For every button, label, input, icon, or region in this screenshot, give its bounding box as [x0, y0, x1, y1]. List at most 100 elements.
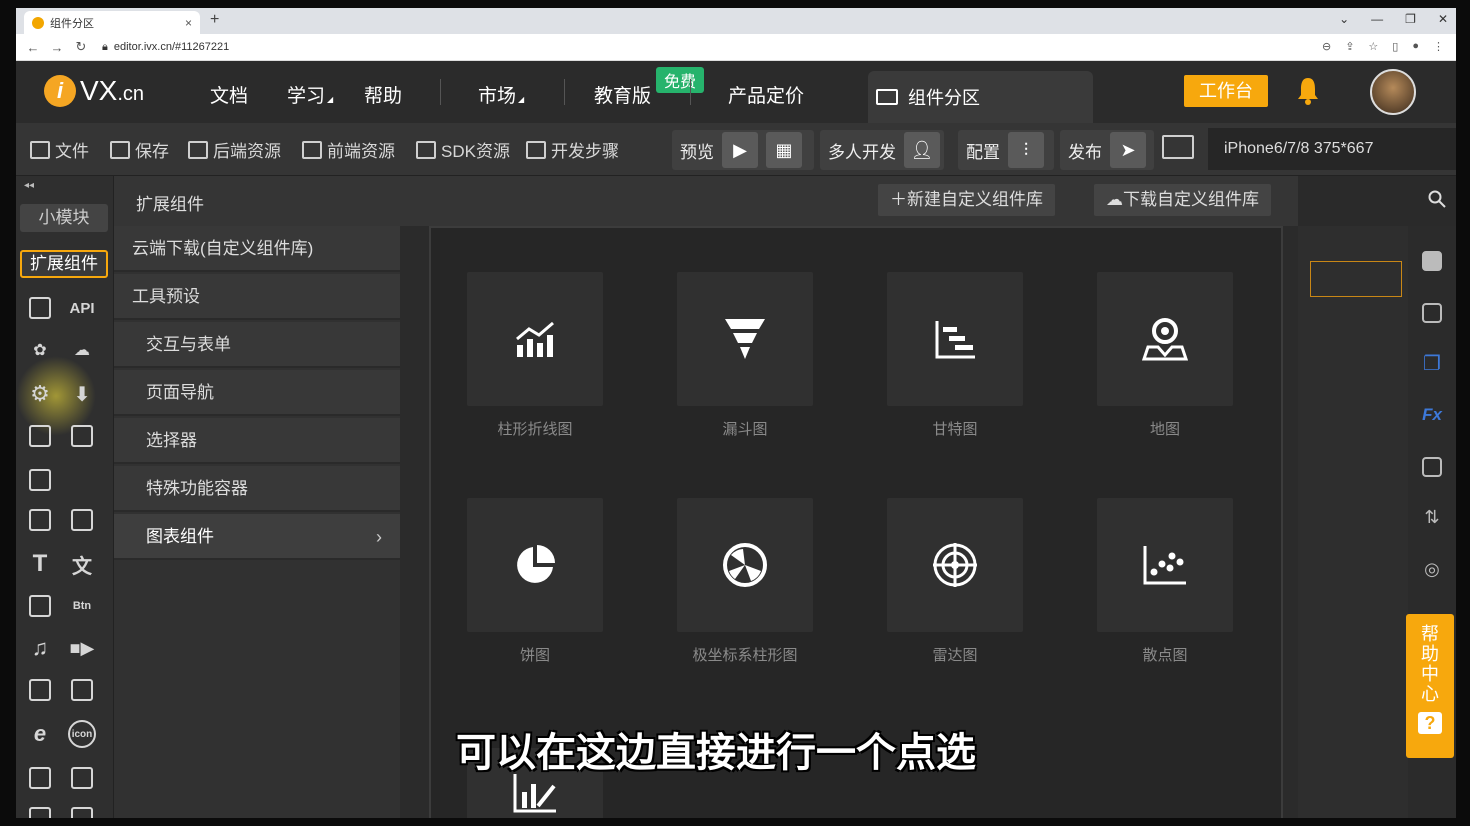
component-card-scatter[interactable]: 散点图 [1097, 498, 1233, 665]
package-icon[interactable] [26, 294, 54, 322]
nav-education[interactable]: 教育版 [594, 81, 651, 108]
gallery-icon[interactable] [68, 506, 96, 534]
textbox-icon[interactable] [26, 676, 54, 704]
sidepanel-icon[interactable]: ▯ [1392, 40, 1398, 53]
swap-icon[interactable]: ⇅ [1419, 504, 1445, 530]
translate-icon[interactable]: 文 [68, 550, 96, 578]
close-window-button[interactable]: ✕ [1438, 12, 1448, 26]
nav-help[interactable]: 帮助 [364, 81, 402, 108]
settings-lock-icon[interactable] [1419, 300, 1445, 326]
word-icon[interactable] [26, 764, 54, 792]
device-icon[interactable] [1162, 135, 1199, 159]
small-module-button[interactable]: 小模块 [20, 204, 108, 232]
back-arrow-icon[interactable]: ← [26, 40, 40, 55]
ppt-icon[interactable] [26, 804, 54, 818]
help-center-button[interactable]: 帮 助 中 心 ? [1406, 614, 1454, 758]
search-icon[interactable] [1428, 190, 1446, 208]
workbench-button[interactable]: 工作台 [1184, 75, 1268, 107]
minimize-button[interactable]: — [1371, 12, 1383, 26]
menu-dots-icon[interactable]: ⋮ [1433, 40, 1444, 53]
category-item-cloud-download[interactable]: 云端下载(自定义组件库) [114, 226, 400, 272]
nav-pricing[interactable]: 产品定价 [728, 81, 804, 108]
category-item-chart-components[interactable]: 图表组件 › [114, 514, 400, 560]
record-icon[interactable]: ◎ [1419, 556, 1445, 582]
file-menu[interactable]: 文件 [30, 137, 89, 162]
api-icon[interactable]: API [68, 294, 96, 322]
mqtt-cloud-icon[interactable]: ☁ [68, 336, 96, 364]
tab-close-button[interactable]: × [185, 16, 192, 30]
user-avatar[interactable] [1370, 69, 1416, 115]
forward-arrow-icon[interactable]: → [50, 40, 64, 55]
download-custom-library-button[interactable]: ☁下载自定义组件库 [1094, 184, 1271, 216]
reload-icon[interactable]: ↻ [74, 39, 88, 55]
gear-icon[interactable]: ⚙ [26, 380, 54, 408]
zoom-icon[interactable]: ⊖ [1322, 40, 1331, 53]
music-icon[interactable]: ♫ [26, 634, 54, 662]
nav-docs[interactable]: 文档 [210, 81, 248, 108]
chart-file-icon[interactable] [68, 804, 96, 818]
selected-layer-outline[interactable] [1310, 261, 1402, 297]
ivx-logo[interactable]: i VX.cn [44, 75, 144, 107]
new-custom-library-button[interactable]: ＋新建自定义组件库 [878, 184, 1055, 216]
component-card-polar-bar[interactable]: 极坐标系柱形图 [677, 498, 813, 665]
nav-market[interactable]: 市场 ◢ [478, 81, 524, 108]
category-item-interaction-forms[interactable]: 交互与表单 [114, 322, 400, 368]
publish-group[interactable]: 发布 ➤ [1060, 130, 1154, 170]
frontend-resources-button[interactable]: 前端资源 [302, 137, 395, 162]
dev-steps-button[interactable]: 开发步骤 [526, 137, 619, 162]
nav-learn[interactable]: 学习 ◢ [287, 81, 333, 108]
bookmark-star-icon[interactable]: ☆ [1368, 40, 1378, 53]
component-card-funnel[interactable]: 漏斗图 [677, 272, 813, 439]
pages-icon[interactable] [26, 466, 54, 494]
restore-button[interactable]: ❐ [1405, 12, 1416, 26]
component-card-radar[interactable]: 雷达图 [887, 498, 1023, 665]
category-item-tool-presets[interactable]: 工具预设 [114, 274, 400, 320]
category-item-special-container[interactable]: 特殊功能容器 [114, 466, 400, 512]
config-group[interactable]: 配置 ⫶ [958, 130, 1054, 170]
network-icon[interactable]: ✿ [26, 336, 54, 364]
component-card-gantt[interactable]: 甘特图 [887, 272, 1023, 439]
tab-search-button[interactable]: ⌄ [1339, 12, 1349, 26]
profile-icon[interactable]: ● [1412, 40, 1419, 53]
device-selector[interactable]: iPhone6/7/8 375*667 [1208, 128, 1456, 170]
url-field[interactable]: 🔒︎ editor.ivx.cn/#11267221 [102, 41, 229, 54]
collapse-panel-icon[interactable]: ◂◂ [24, 180, 34, 191]
text-icon[interactable]: T [26, 550, 54, 578]
component-card-bar-line[interactable]: 柱形折线图 [467, 272, 603, 439]
backend-resources-button[interactable]: 后端资源 [188, 137, 281, 162]
card-icon[interactable] [68, 676, 96, 704]
component-card-pie[interactable]: 饼图 [467, 498, 603, 665]
category-title: 扩展组件 [136, 195, 204, 214]
icon-component-icon[interactable]: icon [68, 720, 96, 748]
copy-icon[interactable] [1419, 454, 1445, 480]
multi-dev-group[interactable]: 多人开发 👤︎ [820, 130, 944, 170]
component-card-map[interactable]: 地图 [1097, 272, 1233, 439]
qrcode-icon[interactable]: ▦ [766, 132, 802, 168]
sdk-resources-button[interactable]: SDK资源 [416, 137, 510, 162]
image-icon[interactable] [26, 506, 54, 534]
chart-components-label: 图表组件 [146, 527, 214, 546]
category-item-selector[interactable]: 选择器 [114, 418, 400, 464]
info-icon[interactable] [1419, 248, 1445, 274]
new-tab-button[interactable]: + [210, 11, 219, 29]
function-icon[interactable]: Fx [1419, 402, 1445, 428]
play-icon[interactable]: ▶ [722, 132, 758, 168]
extension-components-button[interactable]: 扩展组件 [20, 250, 108, 278]
upload-icon[interactable] [26, 422, 54, 450]
browser-tab[interactable]: 组件分区 × [24, 11, 200, 34]
video-icon[interactable]: ■▶ [68, 634, 96, 662]
save-button[interactable]: 保存 [110, 137, 169, 162]
excel-icon[interactable] [68, 764, 96, 792]
map-pin-icon [1097, 272, 1233, 406]
download-icon[interactable]: ⬇ [68, 380, 96, 408]
form-icon[interactable] [68, 422, 96, 450]
share-icon[interactable]: ⇪ [1345, 40, 1354, 53]
chat-icon[interactable]: ❐ [1419, 350, 1445, 376]
browser-icon[interactable]: e [26, 720, 54, 748]
video-subtitle: 可以在这边直接进行一个点选 [456, 731, 976, 775]
bell-icon[interactable] [1296, 75, 1320, 105]
component-zone-tab[interactable]: 组件分区 [868, 71, 1093, 123]
edit-icon[interactable] [26, 592, 54, 620]
button-component-icon[interactable]: Btn [68, 592, 96, 620]
category-item-page-navigation[interactable]: 页面导航 [114, 370, 400, 416]
